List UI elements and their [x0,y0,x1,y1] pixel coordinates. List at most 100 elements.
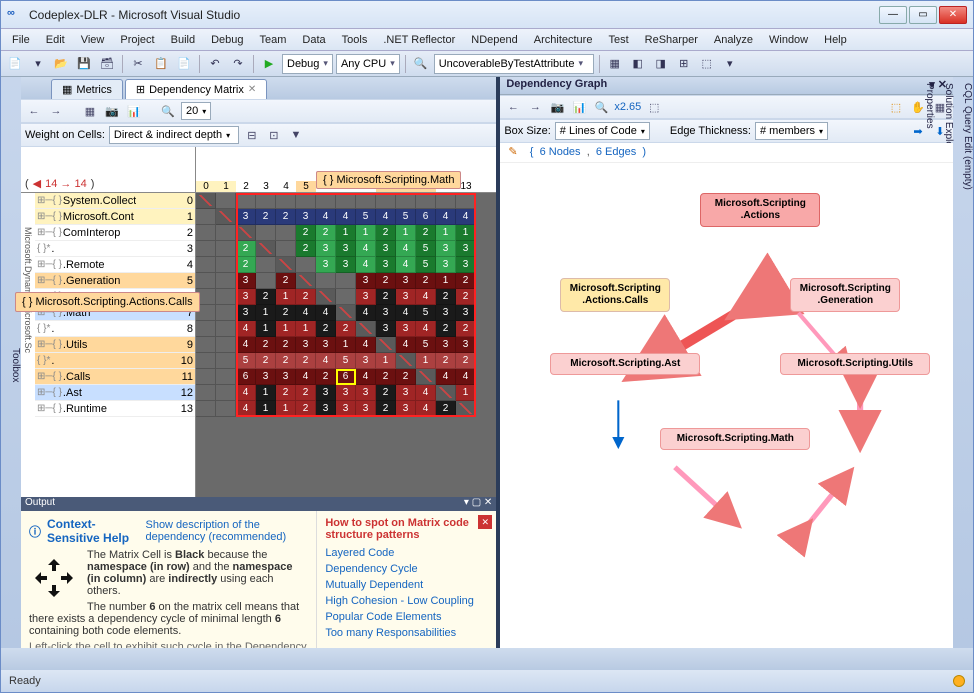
matrix-cell[interactable]: 4 [356,257,376,273]
matrix-cell[interactable]: 3 [436,257,456,273]
matrix-cell[interactable] [316,289,336,305]
matrix-cell[interactable]: 1 [276,401,296,417]
matrix-cell[interactable]: 2 [376,289,396,305]
pattern-link[interactable]: Layered Code [325,545,488,561]
matrix-cell[interactable]: 2 [296,225,316,241]
matrix-cell[interactable]: 3 [336,385,356,401]
matrix-cell[interactable]: 2 [436,353,456,369]
matrix-cell[interactable]: 3 [316,257,336,273]
matrix-cell[interactable] [336,193,356,209]
matrix-cell[interactable]: 2 [376,225,396,241]
matrix-cell[interactable]: 1 [276,321,296,337]
menu-debug[interactable]: Debug [204,32,250,48]
tab-metrics[interactable]: ▦Metrics [51,79,123,99]
matrix-cell[interactable]: 5 [416,257,436,273]
matrix-cell[interactable]: 4 [316,305,336,321]
matrix-cell[interactable]: 3 [356,273,376,289]
matrix-cell[interactable] [216,273,236,289]
tree-row[interactable]: ⊞─{ } ComInterop2 [35,225,195,241]
matrix-cell[interactable]: 4 [376,209,396,225]
matrix-cell[interactable]: 3 [436,337,456,353]
zoom-select[interactable]: 20 [181,102,211,120]
matrix-cell[interactable] [396,193,416,209]
tool-icon-2[interactable]: ◧ [628,54,648,74]
new-project-icon[interactable]: 📄 [5,54,25,74]
matrix-cell[interactable] [196,241,216,257]
matrix-cell[interactable]: 4 [416,401,436,417]
matrix-cell[interactable] [436,193,456,209]
matrix-cell[interactable]: 5 [336,353,356,369]
matrix-cell[interactable]: 2 [316,369,336,385]
matrix-cell[interactable] [216,321,236,337]
matrix-cell[interactable] [336,273,356,289]
tool-icon-1[interactable]: ▦ [605,54,625,74]
matrix-cell[interactable]: 3 [316,337,336,353]
matrix-cell[interactable]: 1 [376,353,396,369]
matrix-cell[interactable]: 3 [336,241,356,257]
matrix-cell[interactable] [196,321,216,337]
matrix-cell[interactable]: 3 [236,289,256,305]
matrix-cell[interactable]: 5 [396,209,416,225]
matrix-cell[interactable]: 2 [256,289,276,305]
matrix-cell[interactable]: 3 [356,385,376,401]
tree-row[interactable]: ⊞─{ } .Ast12 [35,385,195,401]
zoom-icon[interactable]: 🔍 [159,102,177,120]
menu-window[interactable]: Window [762,32,815,48]
matrix-cell[interactable]: 3 [236,305,256,321]
tab-dependency-matrix[interactable]: ⊞Dependency Matrix✕ [125,79,267,99]
matrix-cell[interactable] [416,369,436,385]
matrix-cell[interactable]: 3 [396,321,416,337]
matrix-cell[interactable]: 3 [456,241,476,257]
matrix-cell[interactable]: 1 [336,225,356,241]
matrix-cell[interactable]: 4 [396,305,416,321]
matrix-cell[interactable]: 3 [356,401,376,417]
matrix-cell[interactable]: 6 [336,369,356,385]
matrix-cell[interactable] [276,193,296,209]
matrix-cell[interactable] [316,193,336,209]
matrix-cell[interactable]: 1 [396,225,416,241]
matrix-cell[interactable]: 4 [396,257,416,273]
col-header[interactable]: 3 [256,181,276,192]
tool-icon-4[interactable]: ⊞ [674,54,694,74]
matrix-cell[interactable]: 2 [416,273,436,289]
opt-icon-2[interactable]: ⊡ [265,126,283,144]
matrix-cell[interactable] [216,209,236,225]
matrix-cell[interactable]: 4 [416,321,436,337]
matrix-cell[interactable]: 3 [236,273,256,289]
matrix-cell[interactable]: 4 [336,209,356,225]
tool-icon[interactable]: ▦ [81,102,99,120]
matrix-cell[interactable]: 3 [456,305,476,321]
matrix-cell[interactable]: 2 [296,241,316,257]
matrix-cell[interactable]: 2 [376,369,396,385]
matrix-cell[interactable]: 5 [416,241,436,257]
matrix-cell[interactable]: 3 [256,369,276,385]
attribute-select[interactable]: UncoverableByTestAttribute [434,54,594,74]
matrix-cell[interactable] [256,193,276,209]
menu-data[interactable]: Data [295,32,332,48]
matrix-cell[interactable]: 3 [336,257,356,273]
matrix-cell[interactable] [196,337,216,353]
chart-icon[interactable]: 📊 [570,98,588,116]
weight-select[interactable]: Direct & indirect depth [109,126,239,144]
pattern-link[interactable]: Mutually Dependent [325,577,488,593]
matrix-cell[interactable]: 4 [316,209,336,225]
matrix-cell[interactable] [296,273,316,289]
tree-row[interactable]: ⊞─{ } Microsoft.Cont1 [35,209,195,225]
matrix-cell[interactable]: 5 [236,353,256,369]
matrix-cell[interactable] [196,353,216,369]
matrix-cell[interactable] [196,385,216,401]
close-icon[interactable]: ✕ [248,84,256,95]
matrix-cell[interactable]: 4 [396,241,416,257]
camera-icon[interactable]: 📷 [103,102,121,120]
matrix-cell[interactable]: 3 [336,401,356,417]
matrix-cell[interactable]: 3 [396,401,416,417]
undo-icon[interactable]: ↶ [205,54,225,74]
menu-test[interactable]: Test [601,32,635,48]
matrix-cell[interactable]: 1 [296,321,316,337]
matrix-cell[interactable]: 4 [416,289,436,305]
menu-project[interactable]: Project [113,32,161,48]
matrix-cell[interactable]: 3 [456,257,476,273]
matrix-cell[interactable]: 2 [436,401,456,417]
minimize-button[interactable]: — [879,6,907,24]
graph-node[interactable]: Microsoft.Scripting.Generation [790,278,900,312]
